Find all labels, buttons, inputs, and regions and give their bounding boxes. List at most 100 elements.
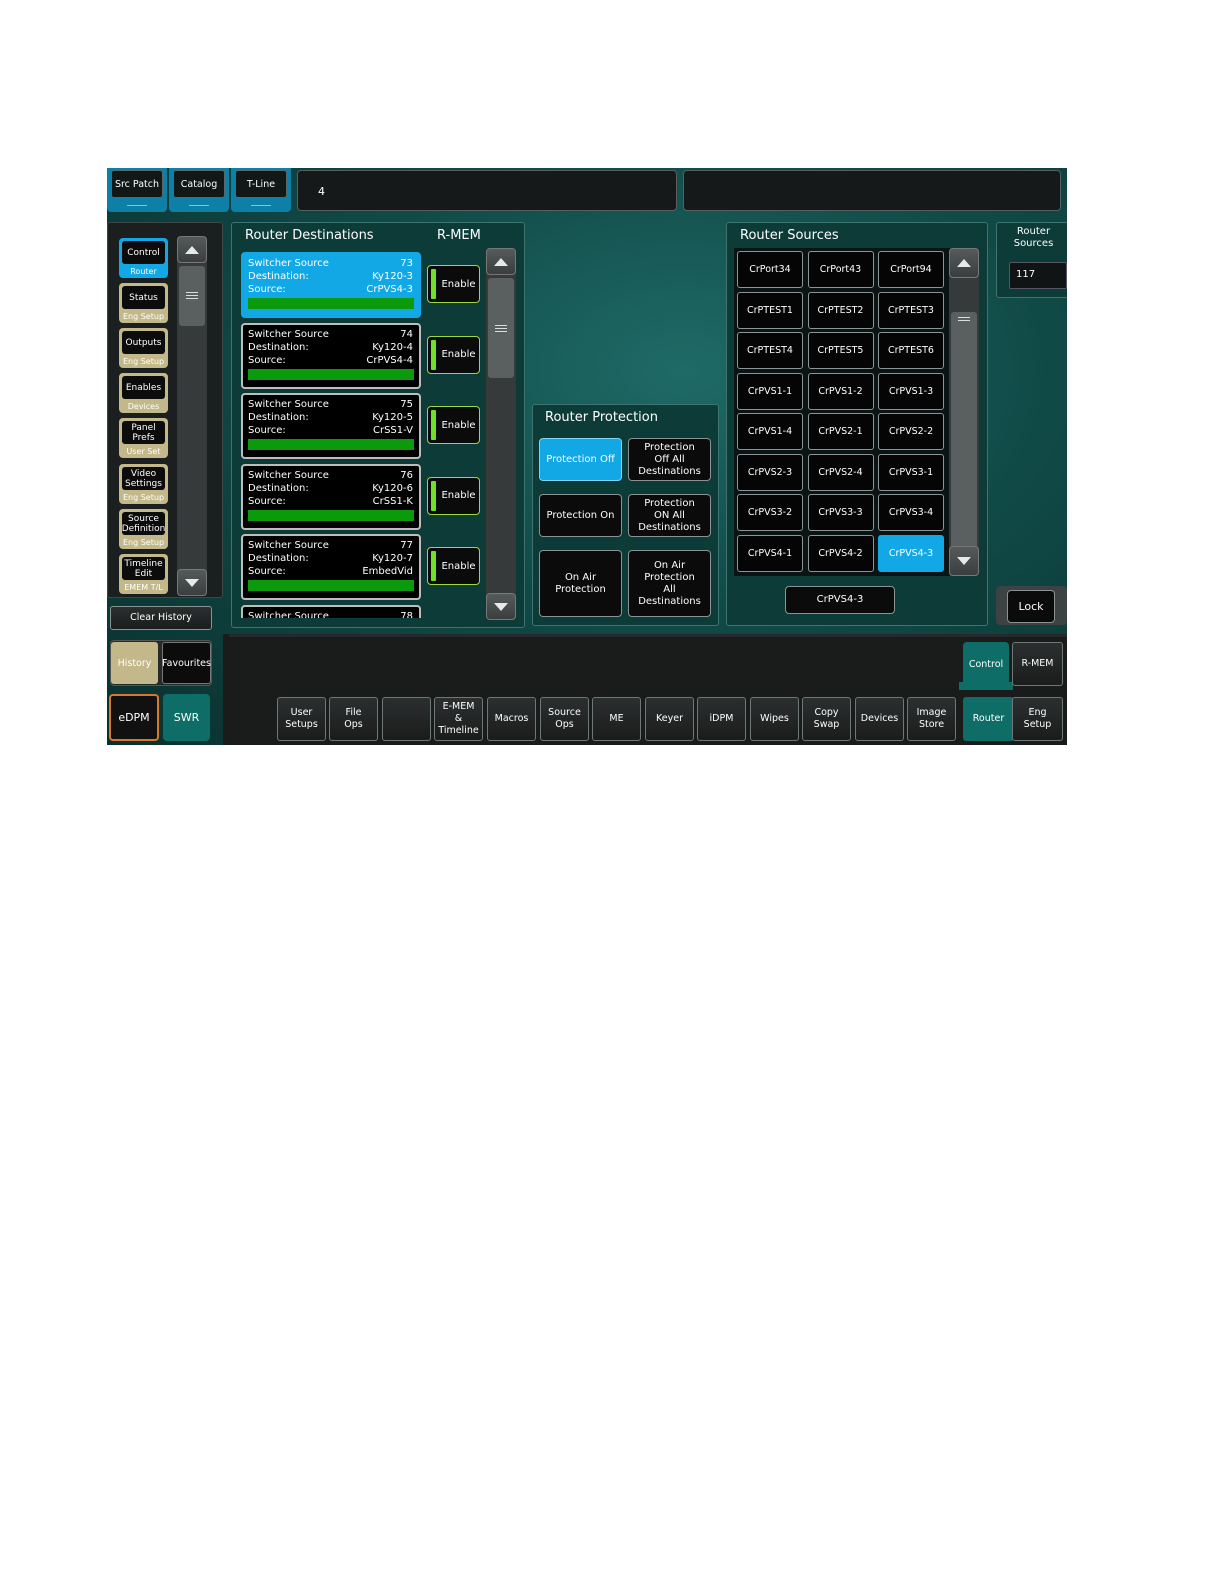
- nav-e-mem-timeline-button[interactable]: E-MEM & Timeline: [434, 697, 483, 741]
- sidebar-scroll-thumb[interactable]: [179, 266, 205, 326]
- swr-button[interactable]: SWR: [163, 694, 210, 741]
- nav-blank-button[interactable]: [382, 697, 431, 741]
- on-air-protection-button[interactable]: On Air Protection: [539, 550, 622, 617]
- tab-catalog[interactable]: Catalog: [169, 168, 229, 212]
- nav-source-ops-button[interactable]: Source Ops: [540, 697, 589, 741]
- nav-eng-setup-button[interactable]: Eng Setup: [1012, 697, 1063, 741]
- sidebar-item-panel-prefs[interactable]: Panel Prefs User Set: [119, 418, 168, 458]
- nav-keyer-button[interactable]: Keyer: [645, 697, 694, 741]
- clear-history-button[interactable]: Clear History: [110, 606, 212, 630]
- sidebar-item-label: Control: [122, 241, 165, 264]
- destinations-scroll-thumb[interactable]: [488, 278, 514, 378]
- protection-on-all-button[interactable]: Protection ON All Destinations: [628, 494, 711, 537]
- source-button[interactable]: CrPVS2-2: [878, 413, 944, 450]
- destination-field-value: Ky120-4: [372, 341, 413, 353]
- enable-button[interactable]: Enable: [427, 547, 480, 585]
- source-button[interactable]: CrPVS1-1: [737, 372, 803, 410]
- nav-eng-setup-label: Eng Setup: [1023, 707, 1052, 730]
- source-button[interactable]: CrPVS4-2: [807, 534, 874, 572]
- source-button[interactable]: CrPTEST5: [807, 332, 874, 369]
- sidebar-item-enables[interactable]: Enables Devices: [119, 373, 168, 413]
- source-button[interactable]: CrPVS2-1: [807, 413, 874, 450]
- destination-field-label: Switcher Source: [248, 328, 329, 340]
- source-button[interactable]: CrPVS3-1: [878, 453, 944, 491]
- sidebar-item-label: Panel Prefs: [122, 421, 165, 444]
- source-button[interactable]: CrPVS2-4: [807, 453, 874, 491]
- source-button[interactable]: CrPVS3-4: [878, 494, 944, 531]
- nav-idpm-button[interactable]: iDPM: [697, 697, 746, 741]
- protection-off-button[interactable]: Protection Off: [539, 438, 622, 481]
- nav-me-button[interactable]: ME: [592, 697, 641, 741]
- sources-scroll-up-button[interactable]: [949, 248, 979, 278]
- nav-image-store-button[interactable]: Image Store: [907, 697, 956, 741]
- lock-button[interactable]: Lock: [1007, 590, 1055, 623]
- top-secondary-field[interactable]: [683, 170, 1061, 211]
- destination-item[interactable]: Switcher Source78Destination:Source:: [241, 604, 421, 618]
- destinations-scrollbar[interactable]: [486, 248, 516, 620]
- source-button[interactable]: CrPVS3-3: [807, 494, 874, 531]
- sources-scroll-down-button[interactable]: [949, 546, 979, 576]
- destination-progress-bar: [248, 439, 414, 450]
- nav-file-ops-label: File Ops: [344, 707, 363, 730]
- tab-t-line[interactable]: T-Line: [231, 168, 291, 212]
- source-button[interactable]: CrPort34: [737, 251, 803, 288]
- enable-button[interactable]: Enable: [427, 476, 480, 515]
- edpm-button[interactable]: eDPM: [109, 694, 159, 741]
- source-button[interactable]: CrPort43: [807, 251, 874, 288]
- router-sources-count-field[interactable]: 117: [1009, 262, 1067, 289]
- top-input-field[interactable]: 4: [297, 170, 677, 211]
- source-button[interactable]: CrPTEST4: [737, 332, 803, 369]
- enable-button[interactable]: Enable: [427, 265, 480, 303]
- destination-item[interactable]: Switcher Source 75 Destination: Ky120-5 Sour…: [241, 393, 421, 459]
- sources-scroll-thumb[interactable]: [951, 312, 977, 548]
- sidebar-item-control[interactable]: Control Router: [119, 238, 168, 278]
- source-button[interactable]: CrPVS3-2: [737, 494, 803, 531]
- sidebar-item-video-settings[interactable]: Video Settings Eng Setup: [119, 464, 168, 504]
- source-button[interactable]: CrPort94: [878, 251, 944, 288]
- nav-devices-button[interactable]: Devices: [855, 697, 904, 741]
- protection-on-button[interactable]: Protection On: [539, 494, 622, 537]
- sidebar-item-source-definition[interactable]: Source Definition Eng Setup: [119, 509, 168, 549]
- nav-wipes-button[interactable]: Wipes: [750, 697, 799, 741]
- enable-button[interactable]: Enable: [427, 335, 480, 374]
- source-button[interactable]: CrPTEST6: [878, 332, 944, 369]
- source-button[interactable]: CrPVS1-2: [807, 372, 874, 410]
- favourites-button[interactable]: Favourites: [162, 642, 211, 684]
- sidebar-item-outputs[interactable]: Outputs Eng Setup: [119, 328, 168, 368]
- protection-off-all-button[interactable]: Protection Off All Destinations: [628, 438, 711, 481]
- nav-user-setups-button[interactable]: User Setups: [277, 697, 326, 741]
- nav-router-button[interactable]: Router: [963, 697, 1014, 741]
- enable-button[interactable]: Enable: [427, 406, 480, 444]
- arrow-down-icon: [185, 578, 199, 587]
- sidebar-item-timeline-edit[interactable]: Timeline Edit EMEM T/L: [119, 554, 168, 594]
- tab-src-patch[interactable]: Src Patch: [107, 168, 167, 212]
- nav-copy-swap-button[interactable]: Copy Swap: [802, 697, 851, 741]
- destination-item[interactable]: Switcher Source 74 Destination: Ky120-4 Sour…: [241, 322, 421, 389]
- enable-label: Enable: [441, 349, 476, 360]
- nav-macros-button[interactable]: Macros: [487, 697, 536, 741]
- destinations-scroll-down-button[interactable]: [486, 593, 516, 620]
- source-button[interactable]: CrPVS4-3: [878, 534, 944, 572]
- history-button[interactable]: History: [111, 642, 158, 684]
- nav-file-ops-button[interactable]: File Ops: [329, 697, 378, 741]
- destinations-scroll-up-button[interactable]: [486, 248, 516, 275]
- destination-item[interactable]: Switcher Source 73 Destination: Ky120-3 Sour…: [241, 252, 421, 318]
- source-button[interactable]: CrPTEST1: [737, 291, 803, 329]
- source-button[interactable]: CrPVS1-4: [737, 413, 803, 450]
- mode-tab-control[interactable]: Control: [963, 642, 1009, 686]
- sidebar-scroll-down-button[interactable]: [177, 569, 207, 596]
- destination-item[interactable]: Switcher Source 77 Destination: Ky120-7 Sour…: [241, 534, 421, 600]
- sidebar-scroll-up-button[interactable]: [177, 236, 207, 263]
- on-air-protection-all-button[interactable]: On Air Protection All Destinations: [628, 550, 711, 617]
- source-button[interactable]: CrPVS4-1: [737, 534, 803, 572]
- source-button[interactable]: CrPVS2-3: [737, 453, 803, 491]
- mode-tab-rmem[interactable]: R-MEM: [1012, 642, 1063, 686]
- source-button[interactable]: CrPTEST2: [807, 291, 874, 329]
- sidebar-item-status[interactable]: Status Eng Setup: [119, 283, 168, 323]
- sidebar-scrollbar[interactable]: [177, 236, 207, 596]
- source-button[interactable]: CrPTEST3: [878, 291, 944, 329]
- destination-item[interactable]: Switcher Source 76 Destination: Ky120-6 Sour…: [241, 463, 421, 530]
- sources-scrollbar[interactable]: [949, 248, 979, 576]
- destination-field-label: Source:: [248, 495, 286, 507]
- source-button[interactable]: CrPVS1-3: [878, 372, 944, 410]
